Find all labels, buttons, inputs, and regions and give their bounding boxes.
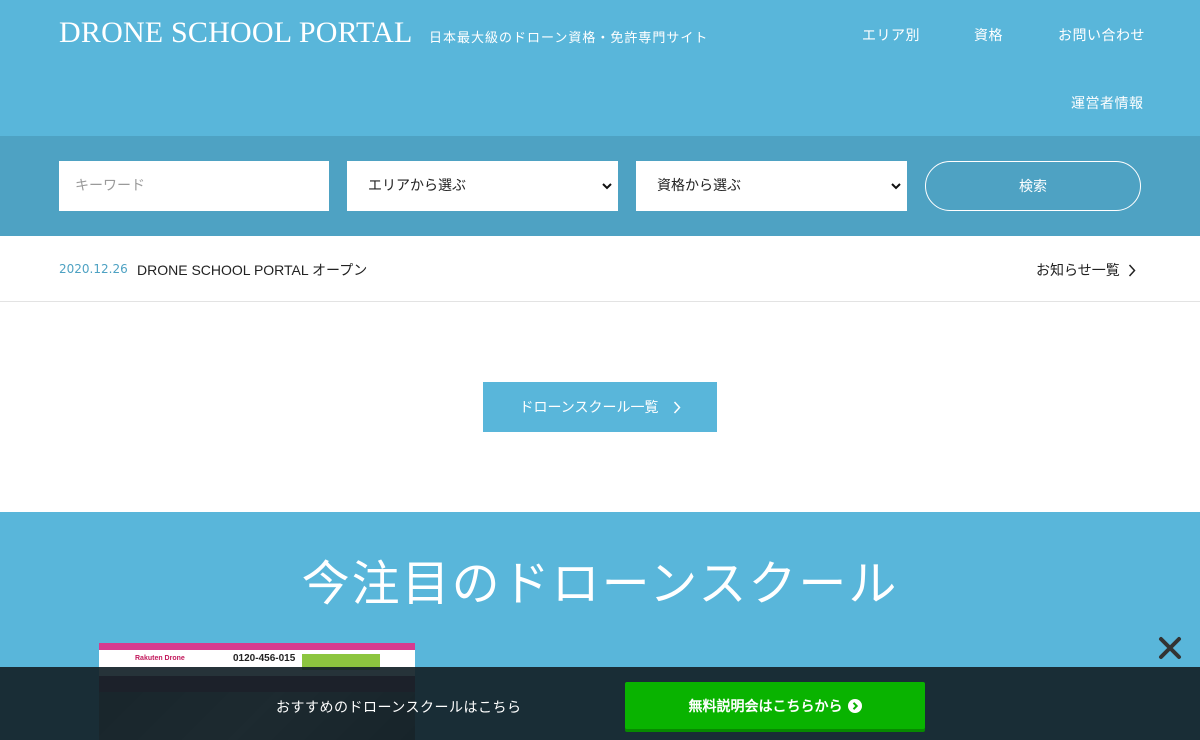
- site-tagline: 日本最大級のドローン資格・免許専門サイト: [429, 31, 709, 46]
- area-select-value: エリアから選ぶ: [368, 178, 466, 194]
- nav-item-contact[interactable]: お問い合わせ: [1058, 25, 1145, 45]
- free-seminar-button[interactable]: 無料説明会はこちらから: [625, 682, 925, 729]
- chevron-down-icon: [891, 183, 901, 190]
- chevron-down-icon: [602, 183, 612, 190]
- close-icon[interactable]: [1157, 635, 1183, 661]
- keyword-input[interactable]: [59, 161, 329, 211]
- thumb-top-strip: [99, 643, 415, 650]
- news-date: 2020.12.26: [59, 262, 128, 276]
- promo-text: おすすめのドローンスクールはこちら: [276, 700, 522, 716]
- license-select-value: 資格から選ぶ: [657, 178, 741, 194]
- area-select[interactable]: エリアから選ぶ: [347, 161, 618, 211]
- cta-label: 無料説明会はこちらから: [688, 698, 843, 715]
- chevron-right-icon: [1128, 263, 1136, 277]
- nav-item-license[interactable]: 資格: [974, 25, 1003, 45]
- circle-chevron-right-icon: [847, 698, 862, 713]
- news-all-label: お知らせ一覧: [1036, 263, 1120, 279]
- search-bar: エリアから選ぶ 資格から選ぶ 検索: [0, 136, 1200, 236]
- site-header: DRONE SCHOOL PORTAL 日本最大級のドローン資格・免許専門サイト…: [0, 0, 1200, 136]
- bottom-promo-bar: おすすめのドローンスクールはこちら 無料説明会はこちらから: [0, 667, 1200, 740]
- school-list-label: ドローンスクール一覧: [519, 400, 659, 416]
- search-button[interactable]: 検索: [925, 161, 1141, 211]
- license-select[interactable]: 資格から選ぶ: [636, 161, 907, 211]
- news-title-link[interactable]: DRONE SCHOOL PORTAL オープン: [137, 260, 367, 280]
- nav-item-operator[interactable]: 運営者情報: [1071, 93, 1144, 113]
- school-list-button[interactable]: ドローンスクール一覧: [483, 382, 717, 432]
- news-all-link[interactable]: お知らせ一覧: [1036, 260, 1136, 280]
- featured-title: 今注目のドローンスクール: [301, 556, 899, 612]
- chevron-right-icon: [673, 400, 681, 414]
- news-bar: 2020.12.26 DRONE SCHOOL PORTAL オープン お知らせ…: [0, 236, 1200, 302]
- site-logo[interactable]: DRONE SCHOOL PORTAL: [59, 16, 413, 50]
- thumb-phone: 0120-456-015: [233, 653, 296, 664]
- nav-item-area[interactable]: エリア別: [862, 25, 920, 45]
- thumb-brand: Rakuten Drone: [135, 655, 185, 662]
